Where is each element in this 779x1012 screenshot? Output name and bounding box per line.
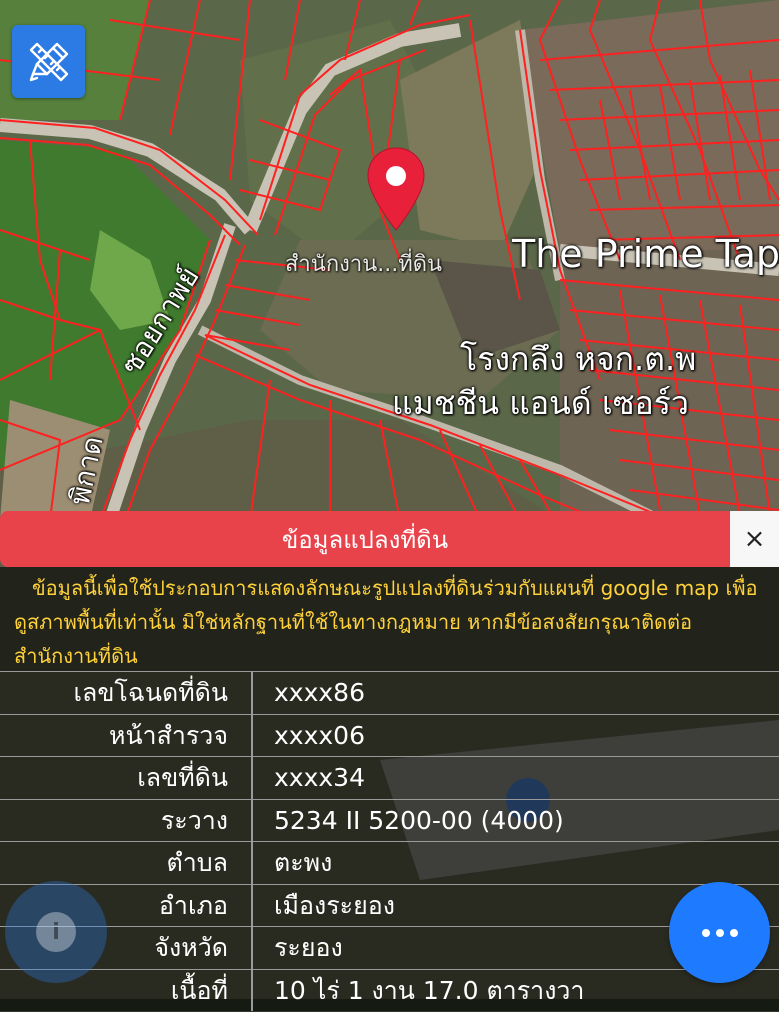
table-row: ระวาง 5234 II 5200-00 (4000): [0, 798, 779, 841]
disclaimer-text: ข้อมูลนี้เพื่อใช้ประกอบการแสดงลักษณะรูปแ…: [0, 567, 779, 671]
row-label: เลขที่ดิน: [137, 763, 228, 792]
location-pin-icon[interactable]: [366, 146, 426, 232]
row-value: ตะพง: [274, 848, 333, 877]
divider: [251, 927, 253, 969]
place-label-factory-line2: แมชชีน แอนด์ เซอร์ว: [392, 384, 689, 422]
disclaimer-content: ข้อมูลนี้เพื่อใช้ประกอบการแสดงลักษณะรูปแ…: [14, 576, 758, 668]
table-row: เนื้อที่ 10 ไร่ 1 งาน 17.0 ตารางวา: [0, 968, 779, 1011]
row-value: xxxx34: [274, 763, 365, 792]
divider: [251, 757, 253, 799]
divider: [251, 842, 253, 884]
land-info-table: เลขโฉนดที่ดิน xxxx86 หน้าสำรวจ xxxx06 เล…: [0, 671, 779, 1011]
row-label: ตำบล: [166, 848, 228, 877]
table-row: เลขที่ดิน xxxx34: [0, 756, 779, 799]
row-value: ระยอง: [274, 933, 343, 962]
row-label: หน้าสำรวจ: [108, 720, 228, 750]
more-dots-icon: [701, 928, 738, 937]
table-row: ตำบล ตะพง: [0, 841, 779, 884]
pin-label: สำนักงาน...ที่ดิน: [285, 252, 443, 277]
divider: [251, 884, 253, 926]
table-row: เลขโฉนดที่ดิน xxxx86: [0, 671, 779, 714]
pencil-ruler-icon: [29, 42, 68, 81]
panel-title: ข้อมูลแปลงที่ดิน: [0, 511, 730, 567]
row-value: xxxx06: [274, 720, 365, 750]
divider: [251, 714, 253, 756]
table-row: หน้าสำรวจ xxxx06: [0, 713, 779, 756]
row-label: เลขโฉนดที่ดิน: [73, 678, 228, 707]
row-value: 5234 II 5200-00 (4000): [274, 805, 564, 835]
draw-tool-button[interactable]: [12, 25, 85, 98]
divider: [251, 969, 253, 1011]
table-row: จังหวัด ระยอง: [0, 926, 779, 969]
info-icon: i: [36, 912, 76, 952]
divider: [251, 799, 253, 841]
close-button[interactable]: ×: [730, 511, 779, 567]
land-info-panel: ข้อมูลแปลงที่ดิน × ข้อมูลนี้เพื่อใช้ประก…: [0, 511, 779, 1011]
info-button[interactable]: i: [5, 881, 107, 983]
row-label: ระวาง: [160, 805, 228, 835]
more-options-button[interactable]: [669, 882, 770, 983]
row-value: 10 ไร่ 1 งาน 17.0 ตารางวา: [274, 975, 585, 1005]
row-value: เมืองระยอง: [274, 890, 395, 920]
divider: [251, 672, 253, 714]
row-value: xxxx86: [274, 678, 365, 707]
table-row: อำเภอ เมืองระยอง: [0, 883, 779, 926]
place-label-prime-tap: The Prime Tap: [512, 232, 779, 276]
